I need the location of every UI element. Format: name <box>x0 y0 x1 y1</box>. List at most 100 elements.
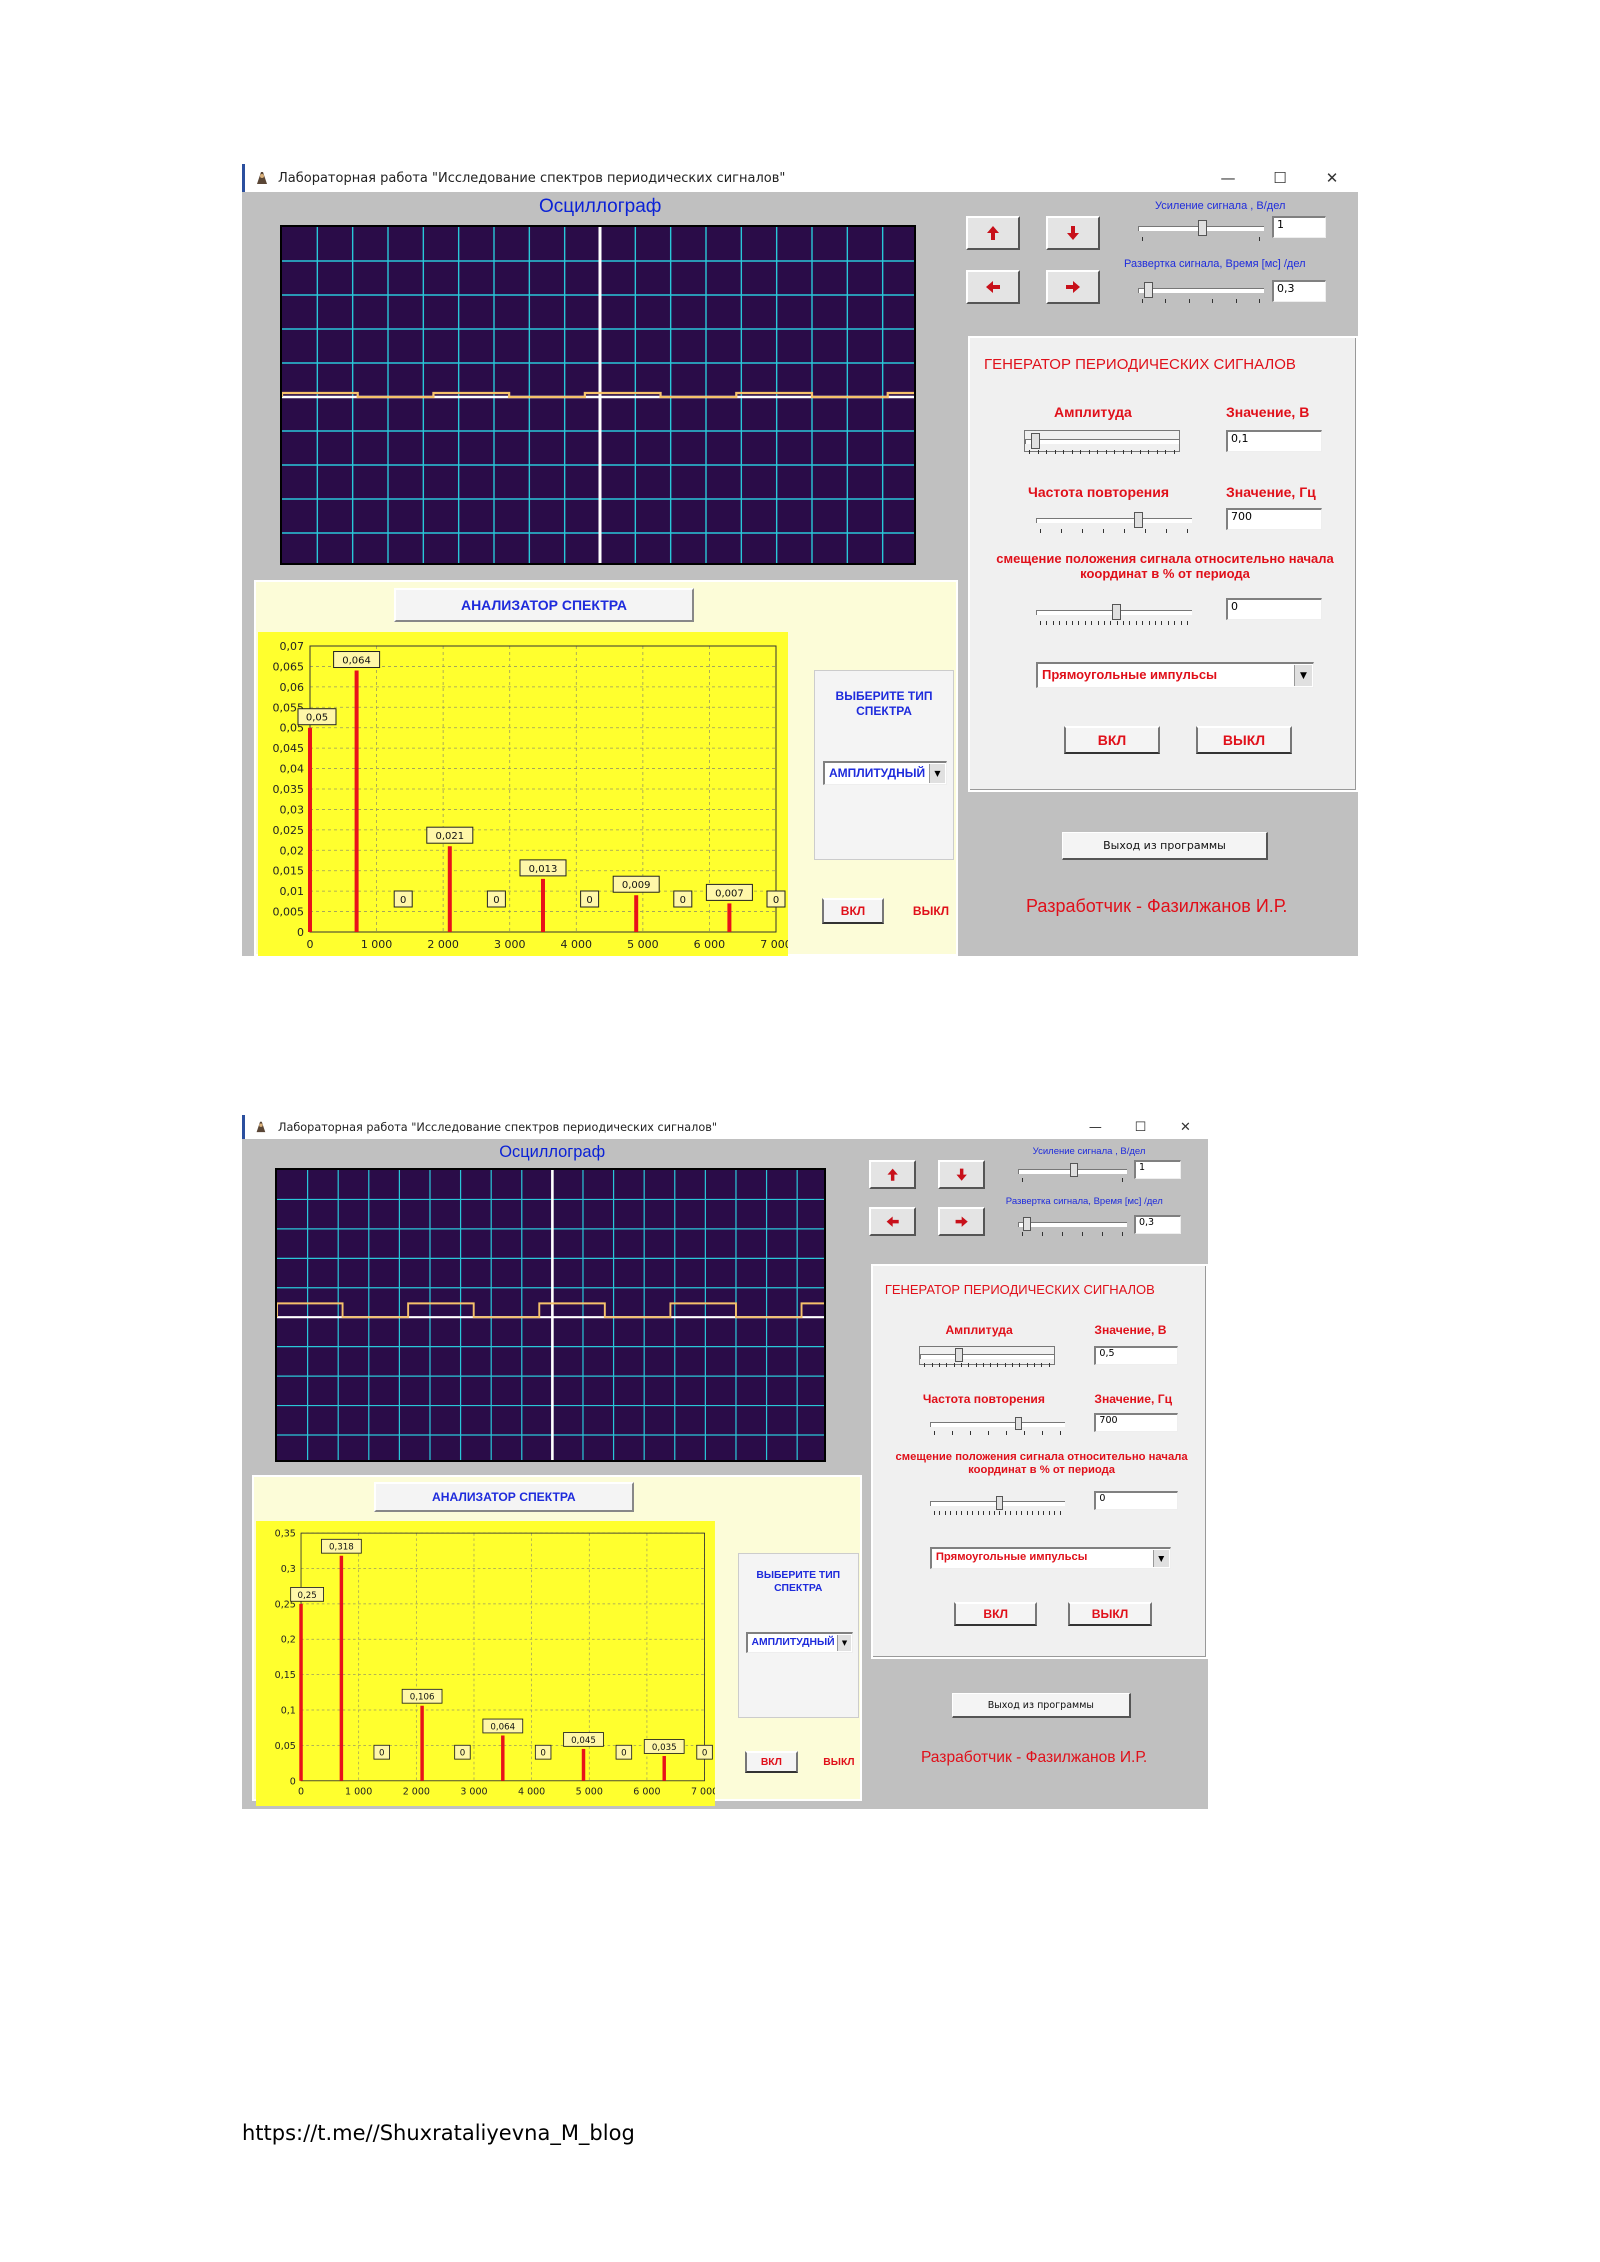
sweep-input[interactable]: 0,3 <box>1272 280 1326 302</box>
gain-input[interactable]: 1 <box>1272 216 1326 238</box>
move-down-button[interactable] <box>1046 216 1100 250</box>
gain-label: Усиление сигнала , В/дел <box>1155 200 1286 212</box>
sweep-input[interactable]: 0,3 <box>1133 1215 1181 1235</box>
sweep-slider-track[interactable] <box>1138 288 1264 293</box>
frequency-slider-thumb[interactable] <box>1014 1416 1023 1431</box>
amplitude-slider-track[interactable] <box>1025 439 1179 444</box>
tick-mark <box>931 1363 933 1368</box>
gain-slider-thumb[interactable] <box>1069 1163 1078 1178</box>
close-button[interactable]: ✕ <box>1163 1120 1208 1135</box>
tick-mark <box>1235 299 1237 303</box>
generator-off-button[interactable]: ВЫКЛ <box>1068 1601 1152 1627</box>
x-tick-label: 1 000 <box>361 938 393 951</box>
frequency-slider-track[interactable] <box>929 1421 1065 1427</box>
generator-on-button[interactable]: ВКЛ <box>954 1601 1038 1627</box>
y-tick-label: 0,035 <box>273 783 305 796</box>
sweep-slider-thumb[interactable] <box>1023 1217 1031 1231</box>
frequency-slider-ticks <box>1040 529 1188 533</box>
amplitude-slider-thumb[interactable] <box>955 1348 963 1363</box>
sweep-slider[interactable] <box>1138 280 1264 303</box>
move-up-button[interactable] <box>868 1160 916 1190</box>
analyzer-on-button[interactable]: ВКЛ <box>744 1750 799 1774</box>
generator-off-button[interactable]: ВЫКЛ <box>1196 726 1292 754</box>
tick-mark <box>1142 299 1143 303</box>
move-right-button[interactable] <box>1046 270 1100 304</box>
tick-mark <box>1046 621 1048 625</box>
move-down-button[interactable] <box>938 1160 985 1190</box>
tick-mark <box>1101 1231 1103 1236</box>
minimize-button[interactable]: — <box>1202 169 1254 187</box>
offset-slider-thumb[interactable] <box>995 1496 1004 1511</box>
offset-input[interactable]: 0 <box>1094 1491 1178 1511</box>
tick-mark <box>953 1363 955 1368</box>
sweep-slider[interactable] <box>1017 1215 1128 1236</box>
frequency-input[interactable]: 700 <box>1226 508 1322 530</box>
tick-mark <box>1026 1363 1028 1368</box>
tick-mark <box>950 1511 952 1515</box>
x-tick-label: 2 000 <box>427 938 459 951</box>
tick-mark <box>1004 1511 1006 1515</box>
y-tick-label: 0,03 <box>280 803 305 816</box>
sweep-slider-ticks <box>1142 299 1260 303</box>
offset-input[interactable]: 0 <box>1226 598 1322 620</box>
tick-mark <box>990 1363 992 1368</box>
offset-slider-thumb[interactable] <box>1112 604 1121 620</box>
signal-type-select[interactable]: Прямоугольные импульсы ▼ <box>1036 662 1314 688</box>
tick-mark <box>946 1363 948 1368</box>
amplitude-input[interactable]: 0,5 <box>1094 1345 1178 1365</box>
frequency-slider-track[interactable] <box>1036 518 1192 523</box>
frequency-slider-thumb[interactable] <box>1134 512 1143 528</box>
data-label: 0,035 <box>652 1742 677 1752</box>
spectrum-type-select[interactable]: АМПЛИТУДНЫЙ ▼ <box>823 761 947 785</box>
gain-slider[interactable] <box>1138 218 1264 241</box>
tick-mark <box>1173 450 1175 454</box>
move-left-button[interactable] <box>868 1206 916 1237</box>
move-left-button[interactable] <box>966 270 1020 304</box>
amplitude-slider-thumb[interactable] <box>1031 433 1040 449</box>
x-tick-label: 7 000 <box>691 1786 715 1797</box>
move-up-button[interactable] <box>966 216 1020 250</box>
tick-mark <box>944 1511 946 1515</box>
footer-link[interactable]: https://t.me//Shuxrataliyevna_M_blog <box>242 2121 635 2145</box>
amplitude-input[interactable]: 0,1 <box>1226 430 1322 452</box>
minimize-button[interactable]: — <box>1073 1120 1118 1135</box>
amplitude-slider[interactable] <box>1024 430 1180 454</box>
maximize-button[interactable]: ☐ <box>1254 169 1306 187</box>
data-label: 0 <box>460 1748 466 1758</box>
frequency-slider[interactable] <box>1036 510 1192 533</box>
chevron-down-icon[interactable]: ▼ <box>837 1635 851 1652</box>
gain-slider-thumb[interactable] <box>1198 220 1207 236</box>
amplitude-slider[interactable] <box>919 1345 1055 1368</box>
exit-program-button[interactable]: Выход из программы <box>1062 832 1268 860</box>
spectrum-type-select[interactable]: АМПЛИТУДНЫЙ ▼ <box>745 1632 853 1654</box>
exit-program-button[interactable]: Выход из программы <box>952 1693 1131 1718</box>
frequency-slider[interactable] <box>929 1415 1065 1436</box>
app-glyph-icon <box>256 1121 266 1133</box>
close-button[interactable]: ✕ <box>1306 169 1358 187</box>
signal-type-select[interactable]: Прямоугольные импульсы ▼ <box>929 1546 1171 1570</box>
generator-on-button[interactable]: ВКЛ <box>1064 726 1160 754</box>
tick-mark <box>1167 621 1169 625</box>
chevron-down-icon[interactable]: ▼ <box>929 764 945 783</box>
frequency-input[interactable]: 700 <box>1094 1413 1178 1433</box>
chevron-down-icon[interactable]: ▼ <box>1294 665 1312 686</box>
amplitude-slider-track[interactable] <box>920 1353 1054 1359</box>
gain-input[interactable]: 1 <box>1133 1160 1181 1180</box>
y-tick-label: 0,2 <box>281 1634 296 1645</box>
chevron-down-icon[interactable]: ▼ <box>1153 1549 1169 1568</box>
analyzer-off-button[interactable]: ВЫКЛ <box>812 1751 866 1774</box>
move-right-button[interactable] <box>938 1206 985 1237</box>
tick-mark <box>997 1363 999 1368</box>
data-label: 0 <box>621 1748 627 1758</box>
maximize-button[interactable]: ☐ <box>1118 1120 1163 1135</box>
gain-slider[interactable] <box>1017 1162 1128 1183</box>
offset-slider[interactable] <box>1036 602 1192 625</box>
tick-mark <box>1122 1178 1124 1183</box>
sweep-slider-track[interactable] <box>1017 1222 1128 1228</box>
analyzer-off-button[interactable]: ВЫКЛ <box>900 898 962 924</box>
offset-slider[interactable] <box>929 1495 1065 1515</box>
tick-mark <box>1142 237 1143 241</box>
tick-mark <box>924 1363 926 1368</box>
sweep-slider-thumb[interactable] <box>1144 282 1153 298</box>
analyzer-on-button[interactable]: ВКЛ <box>822 898 884 924</box>
